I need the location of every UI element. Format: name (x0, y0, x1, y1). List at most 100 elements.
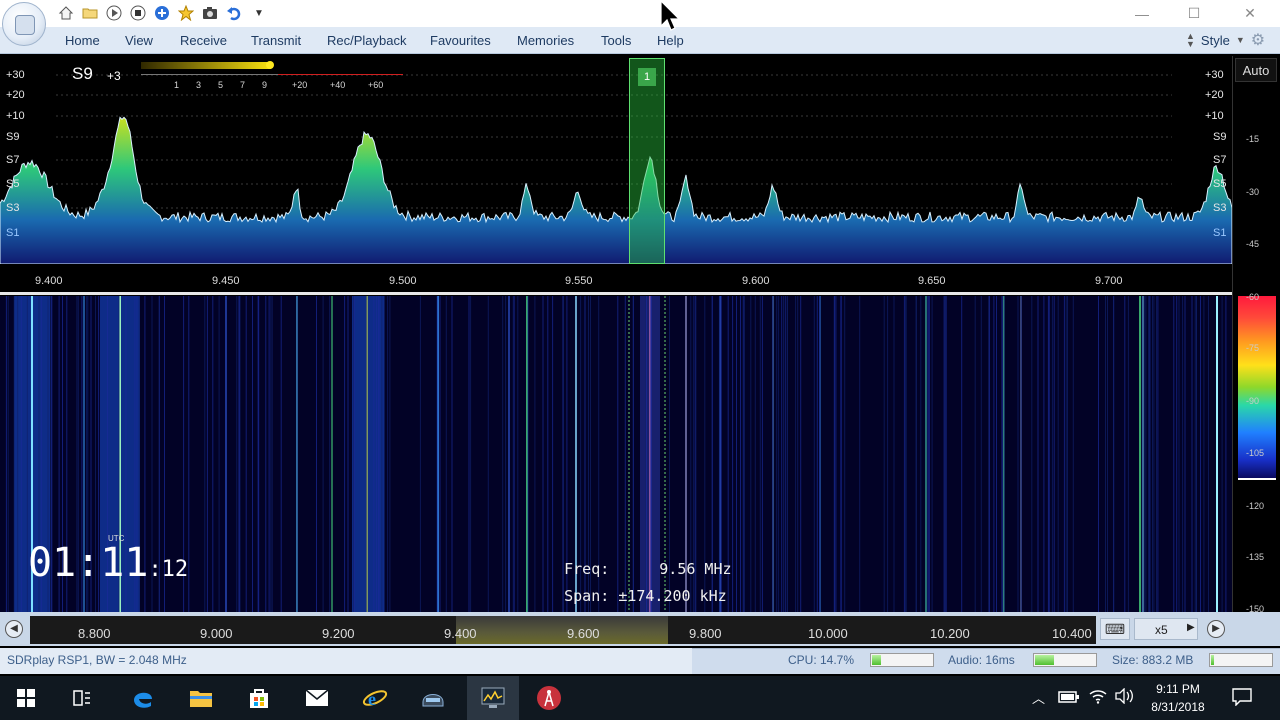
store-icon[interactable] (235, 676, 283, 720)
level-label-left: +10 (6, 110, 25, 122)
maximize-button[interactable]: ☐ (1166, 0, 1222, 27)
tab-memories[interactable]: Memories (517, 33, 574, 48)
mouse-cursor-icon (660, 0, 681, 37)
freq-axis-label: 9.450 (212, 275, 240, 287)
s-meter-tick: 9 (262, 80, 268, 90)
level-label-right: S3 (1213, 202, 1227, 214)
minimize-button[interactable]: — (1114, 0, 1170, 27)
battery-icon[interactable] (1058, 690, 1080, 709)
tab-favourites[interactable]: Favourites (430, 33, 491, 48)
tab-view[interactable]: View (125, 33, 153, 48)
level-label-left: +30 (6, 69, 25, 81)
freq-axis-label: 9.400 (35, 275, 63, 287)
camera-icon[interactable] (200, 3, 220, 23)
s-meter-bar (141, 62, 271, 69)
tab-rec-playback[interactable]: Rec/Playback (327, 33, 406, 48)
zoom-value: x5 (1155, 623, 1168, 637)
ruler-label: 8.800 (78, 626, 111, 641)
cpu-meter (870, 653, 934, 667)
customize-toolbar-dropdown[interactable]: ▼ (254, 8, 264, 19)
scroll-left-icon[interactable]: ◀ (5, 620, 23, 638)
tab-receive[interactable]: Receive (180, 33, 227, 48)
ruler-label: 9.800 (689, 626, 722, 641)
size-status: Size: 883.2 MB (1112, 653, 1194, 667)
clock-hours: 01 (28, 540, 77, 586)
level-label-left: S5 (6, 178, 20, 190)
splitter[interactable] (0, 292, 1232, 295)
mail-icon[interactable] (293, 676, 341, 720)
db-scale-label: -120 (1246, 501, 1265, 511)
internet-explorer-icon[interactable]: e (351, 676, 399, 720)
chevron-right-icon: ▶ (1187, 622, 1195, 633)
ruler-label: 9.200 (322, 626, 355, 641)
level-label-left: S3 (6, 202, 20, 214)
wifi-icon[interactable] (1088, 688, 1108, 709)
freq-axis-label: 9.500 (389, 275, 417, 287)
action-center-icon[interactable] (1232, 688, 1252, 711)
home-icon[interactable] (56, 3, 76, 23)
style-selector[interactable]: ▲ ▼ Style ▼ ⚙ (1186, 30, 1265, 50)
sdr-console-taskbar-icon[interactable] (467, 676, 519, 720)
s-meter-tick: 1 (174, 80, 180, 90)
file-explorer-icon[interactable] (177, 676, 225, 720)
visible-span-window[interactable] (456, 616, 668, 644)
s-meter-over-line (278, 74, 403, 75)
undo-icon[interactable] (224, 3, 244, 23)
taskbar-time: 9:11 PM (1156, 682, 1200, 696)
app-helmet-icon[interactable] (409, 676, 457, 720)
colour-bar-threshold[interactable] (1238, 478, 1276, 480)
level-label-right: +10 (1205, 110, 1224, 122)
db-scale-label: -15 (1246, 134, 1260, 144)
volume-icon[interactable] (1114, 687, 1134, 709)
level-label-right: S5 (1213, 178, 1227, 190)
s-meter-tick: 5 (218, 80, 224, 90)
utc-clock: 01:11:12 (28, 540, 188, 586)
audio-meter (1033, 653, 1097, 667)
folder-icon[interactable] (80, 3, 100, 23)
dropdown-arrow-icon: ▼ (1235, 35, 1245, 45)
db-scale-label: -90 (1246, 396, 1260, 406)
settings-gear-icon[interactable]: ⚙ (1251, 30, 1265, 50)
taskbar-clock[interactable]: 9:11 PM 8/31/2018 (1140, 680, 1216, 716)
device-status: SDRplay RSP1, BW = 2.048 MHz (7, 653, 187, 667)
play-icon[interactable] (104, 3, 124, 23)
task-view-icon[interactable] (58, 676, 106, 720)
favourite-star-icon[interactable] (176, 3, 196, 23)
auto-range-button[interactable]: Auto (1235, 58, 1277, 82)
db-scale-label: -30 (1246, 187, 1260, 197)
level-label-right: S9 (1213, 131, 1227, 143)
stop-icon[interactable] (128, 3, 148, 23)
tab-home[interactable]: Home (65, 33, 100, 48)
title-bar: ▼ — ☐ ✕ (0, 0, 1280, 27)
s-meter-tick: 3 (196, 80, 202, 90)
show-hidden-icons-chevron-icon[interactable]: ︿ (1032, 688, 1045, 707)
taskbar-date: 8/31/2018 (1151, 700, 1205, 714)
clock-minutes: 11 (100, 540, 149, 586)
zoom-selector[interactable]: x5 ▶ (1134, 618, 1198, 640)
tab-tools[interactable]: Tools (601, 33, 631, 48)
s-meter-tick: +40 (330, 80, 346, 90)
keyboard-icon[interactable]: ⌨ (1100, 618, 1130, 640)
s-meter-reading: S9 (72, 64, 93, 83)
application-menu-button[interactable] (2, 2, 46, 46)
scroll-right-icon[interactable]: ▶ (1207, 620, 1225, 638)
sdr-console-window: ▼ — ☐ ✕ Home View Receive Transmit Rec/P… (0, 0, 1280, 676)
vfo-tag[interactable]: 1 (638, 68, 656, 86)
cpu-meter-fill (872, 655, 882, 665)
size-meter-fill (1211, 655, 1215, 665)
tab-transmit[interactable]: Transmit (251, 33, 301, 48)
vfo-filter-marker[interactable] (629, 58, 665, 264)
span-value: ±174.200 kHz (618, 587, 727, 605)
close-button[interactable]: ✕ (1222, 0, 1278, 27)
spectrum-display[interactable] (0, 56, 1232, 264)
s-meter-tick: +60 (368, 80, 384, 90)
add-icon[interactable] (152, 3, 172, 23)
freq-axis-label: 9.600 (742, 275, 770, 287)
level-label-right: S7 (1213, 154, 1227, 166)
level-label-right: S1 (1213, 227, 1227, 239)
radio-tower-app-icon[interactable] (525, 676, 573, 720)
ruler-label: 10.200 (930, 626, 970, 641)
span-label: Span: (564, 587, 610, 605)
edge-browser-icon[interactable] (119, 676, 167, 720)
start-windows-icon[interactable] (2, 676, 50, 720)
